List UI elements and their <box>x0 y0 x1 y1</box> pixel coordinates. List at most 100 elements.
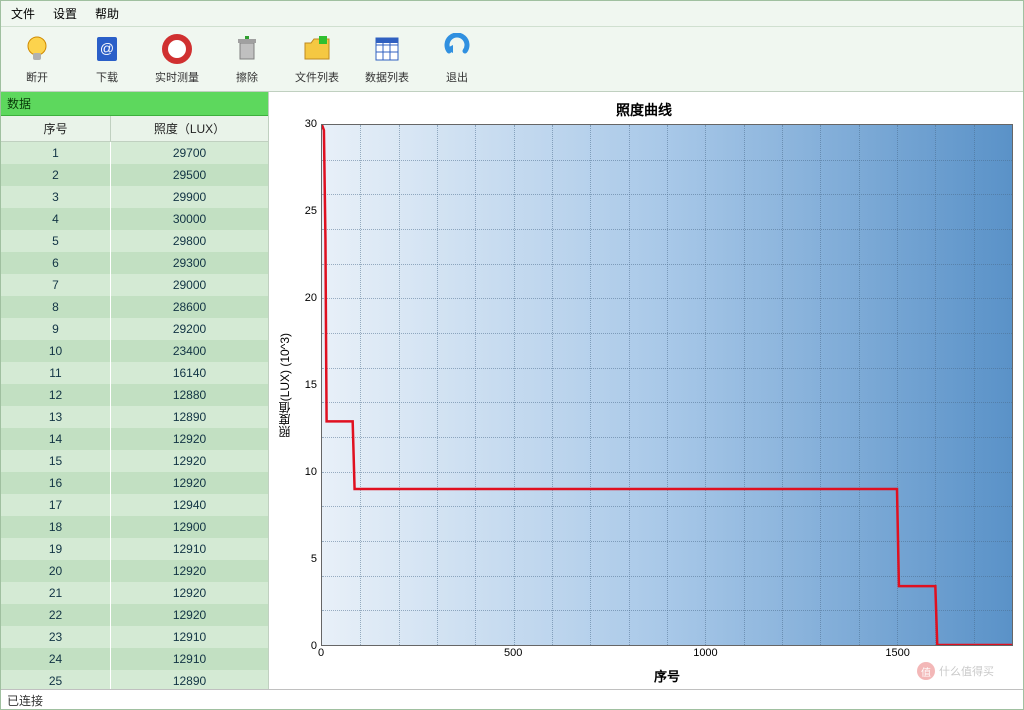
folder-icon <box>299 31 335 67</box>
menubar: 文件 设置 帮助 <box>1 1 1023 27</box>
cell-lux: 29900 <box>111 186 268 208</box>
table-row[interactable]: 1712940 <box>1 494 268 516</box>
disconnect-button[interactable]: 断开 <box>9 31 65 85</box>
table-header: 序号 照度（LUX） <box>1 116 268 142</box>
chart-area: 照度值(LUX) (10^3) 051015202530 <box>275 124 1013 646</box>
y-tick: 15 <box>305 379 317 391</box>
toolbar-label: 实时测量 <box>155 69 199 85</box>
toolbar-label: 擦除 <box>236 69 258 85</box>
table-row[interactable]: 629300 <box>1 252 268 274</box>
y-tick: 20 <box>305 292 317 304</box>
table-row[interactable]: 1116140 <box>1 362 268 384</box>
col-index-header[interactable]: 序号 <box>1 116 111 141</box>
cell-index: 23 <box>1 626 111 648</box>
table-row[interactable]: 2512890 <box>1 670 268 689</box>
cell-index: 19 <box>1 538 111 560</box>
table-row[interactable]: 929200 <box>1 318 268 340</box>
table-row[interactable]: 2212920 <box>1 604 268 626</box>
cell-index: 11 <box>1 362 111 384</box>
exit-button[interactable]: 退出 <box>429 31 485 85</box>
cell-index: 4 <box>1 208 111 230</box>
filelist-button[interactable]: 文件列表 <box>289 31 345 85</box>
trash-icon <box>229 31 265 67</box>
realtime-button[interactable]: 实时测量 <box>149 31 205 85</box>
table-row[interactable]: 329900 <box>1 186 268 208</box>
toolbar-label: 断开 <box>26 69 48 85</box>
download-button[interactable]: @ 下载 <box>79 31 135 85</box>
menu-file[interactable]: 文件 <box>11 5 35 22</box>
cell-lux: 29500 <box>111 164 268 186</box>
y-tick: 10 <box>305 466 317 478</box>
clear-button[interactable]: 擦除 <box>219 31 275 85</box>
cell-lux: 29000 <box>111 274 268 296</box>
menu-help[interactable]: 帮助 <box>95 5 119 22</box>
cell-lux: 12920 <box>111 560 268 582</box>
toolbar-label: 退出 <box>446 69 468 85</box>
table-row[interactable]: 1023400 <box>1 340 268 362</box>
x-tick: 0 <box>318 647 324 659</box>
cell-index: 10 <box>1 340 111 362</box>
cell-index: 6 <box>1 252 111 274</box>
cell-lux: 12920 <box>111 450 268 472</box>
cell-lux: 12900 <box>111 516 268 538</box>
cell-index: 12 <box>1 384 111 406</box>
y-tick: 0 <box>311 640 317 652</box>
y-axis: 051015202530 <box>293 124 321 646</box>
cell-index: 17 <box>1 494 111 516</box>
status-text: 已连接 <box>7 694 43 708</box>
datalist-button[interactable]: 数据列表 <box>359 31 415 85</box>
cell-index: 5 <box>1 230 111 252</box>
y-tick: 25 <box>305 205 317 217</box>
col-lux-header[interactable]: 照度（LUX） <box>111 116 268 141</box>
cell-lux: 16140 <box>111 362 268 384</box>
table-row[interactable]: 1412920 <box>1 428 268 450</box>
cell-index: 20 <box>1 560 111 582</box>
cell-lux: 12890 <box>111 406 268 428</box>
toolbar-label: 下载 <box>96 69 118 85</box>
cell-index: 25 <box>1 670 111 689</box>
cell-lux: 12920 <box>111 472 268 494</box>
table-row[interactable]: 2112920 <box>1 582 268 604</box>
lifebuoy-icon <box>159 31 195 67</box>
table-row[interactable]: 729000 <box>1 274 268 296</box>
cell-index: 15 <box>1 450 111 472</box>
cell-index: 7 <box>1 274 111 296</box>
y-tick: 5 <box>311 553 317 565</box>
table-row[interactable]: 129700 <box>1 142 268 164</box>
cell-lux: 29200 <box>111 318 268 340</box>
table-row[interactable]: 2012920 <box>1 560 268 582</box>
chart-wrap: 照度曲线 照度值(LUX) (10^3) 051015202530 050010… <box>269 92 1023 689</box>
x-axis: 050010001500 <box>321 646 1013 664</box>
book-icon: @ <box>89 31 125 67</box>
menu-settings[interactable]: 设置 <box>53 5 77 22</box>
cell-index: 14 <box>1 428 111 450</box>
cell-lux: 12880 <box>111 384 268 406</box>
cell-lux: 12920 <box>111 428 268 450</box>
table-row[interactable]: 1612920 <box>1 472 268 494</box>
table-row[interactable]: 1512920 <box>1 450 268 472</box>
cell-lux: 29800 <box>111 230 268 252</box>
table-row[interactable]: 229500 <box>1 164 268 186</box>
table-body[interactable]: 1297002295003299004300005298006293007290… <box>1 142 268 689</box>
table-row[interactable]: 1312890 <box>1 406 268 428</box>
cell-lux: 12890 <box>111 670 268 689</box>
table-row[interactable]: 430000 <box>1 208 268 230</box>
table-row[interactable]: 1912910 <box>1 538 268 560</box>
table-row[interactable]: 2312910 <box>1 626 268 648</box>
lightbulb-icon <box>19 31 55 67</box>
table-row[interactable]: 1212880 <box>1 384 268 406</box>
table-row[interactable]: 2412910 <box>1 648 268 670</box>
app-window: 文件 设置 帮助 断开 @ 下载 实时测量 擦除 <box>0 0 1024 710</box>
table-row[interactable]: 529800 <box>1 230 268 252</box>
chart-panel: 照度曲线 照度值(LUX) (10^3) 051015202530 050010… <box>269 92 1023 689</box>
cell-index: 8 <box>1 296 111 318</box>
cell-lux: 23400 <box>111 340 268 362</box>
table-row[interactable]: 828600 <box>1 296 268 318</box>
svg-text:@: @ <box>100 40 114 56</box>
table-row[interactable]: 1812900 <box>1 516 268 538</box>
cell-index: 13 <box>1 406 111 428</box>
plot-area[interactable] <box>321 124 1013 646</box>
cell-index: 16 <box>1 472 111 494</box>
cell-lux: 12910 <box>111 626 268 648</box>
y-tick: 30 <box>305 118 317 130</box>
